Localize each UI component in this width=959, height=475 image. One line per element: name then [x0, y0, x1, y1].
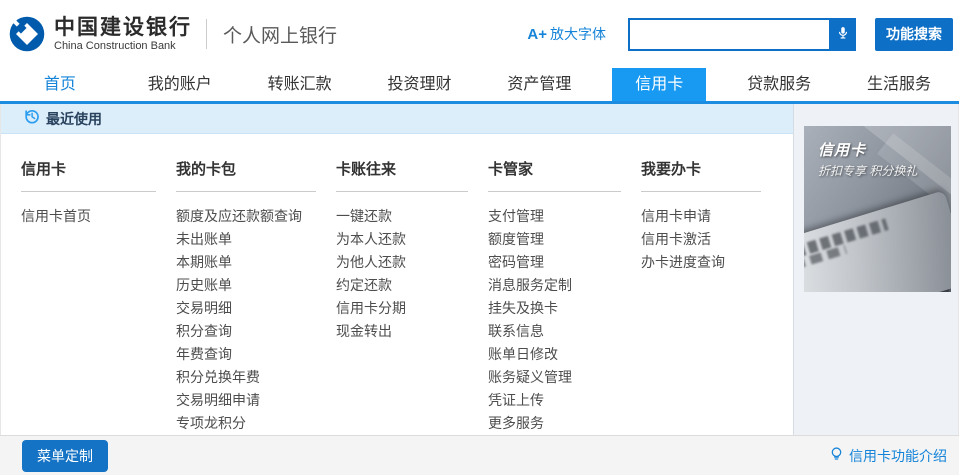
microphone-icon [836, 24, 850, 45]
header-divider [206, 19, 207, 49]
footer-bar: 菜单定制 信用卡功能介绍 [0, 435, 959, 475]
tab-life-services[interactable]: 生活服务 [839, 68, 959, 101]
tab-home[interactable]: 首页 [0, 68, 120, 101]
bank-name-block: 中国建设银行 China Construction Bank [54, 16, 192, 52]
menu-item[interactable]: 未出账单 [176, 228, 336, 251]
menu-item[interactable]: 为他人还款 [336, 251, 488, 274]
tab-credit-card[interactable]: 信用卡 [599, 68, 719, 101]
search-group [628, 18, 856, 51]
search-input[interactable] [628, 18, 829, 51]
menu-item[interactable]: 年费查询 [176, 343, 336, 366]
main-nav: 首页 我的账户 转账汇款 投资理财 资产管理 信用卡 贷款服务 生活服务 [0, 68, 959, 104]
column-title: 卡管家 [488, 158, 621, 192]
menu-item[interactable]: 约定还款 [336, 274, 488, 297]
banner-subtitle: 折扣专享 积分换礼 [818, 162, 917, 179]
menu-item[interactable]: 专项龙积分 [176, 412, 336, 435]
menu-item[interactable]: 信用卡申请 [641, 205, 781, 228]
lightbulb-icon [829, 446, 844, 466]
menu-item[interactable]: 交易明细申请 [176, 389, 336, 412]
menu-item[interactable]: 信用卡首页 [21, 205, 176, 228]
header: 中国建设银行 China Construction Bank 个人网上银行 A+… [0, 0, 959, 68]
credit-card-intro-link[interactable]: 信用卡功能介绍 [829, 446, 947, 466]
menu-item[interactable]: 账单日修改 [488, 343, 641, 366]
menu-item[interactable]: 支付管理 [488, 205, 641, 228]
menu-column-credit-card: 信用卡 信用卡首页 [21, 158, 176, 435]
menu-item[interactable]: 办卡进度查询 [641, 251, 781, 274]
bank-logo-icon [8, 15, 46, 53]
tab-my-accounts[interactable]: 我的账户 [120, 68, 240, 101]
menu-column-card-transactions: 卡账往来 一键还款 为本人还款 为他人还款 约定还款 信用卡分期 现金转出 [336, 158, 488, 435]
main-area: 最近使用 信用卡 信用卡首页 我的卡包 额度及应还款额查询 未出账单 本期账单 … [0, 104, 959, 435]
tab-investment[interactable]: 投资理财 [360, 68, 480, 101]
menu-item[interactable]: 额度管理 [488, 228, 641, 251]
function-search-button[interactable]: 功能搜索 [875, 18, 953, 51]
column-title: 信用卡 [21, 158, 156, 192]
column-title: 我的卡包 [176, 158, 316, 192]
menu-item[interactable]: 积分查询 [176, 320, 336, 343]
menu-item[interactable]: 更多服务 [488, 412, 641, 435]
menu-columns: 信用卡 信用卡首页 我的卡包 额度及应还款额查询 未出账单 本期账单 历史账单 … [1, 134, 793, 435]
font-zoom-link[interactable]: A+放大字体 [527, 24, 606, 44]
side-panel: 信用卡 折扣专享 积分换礼 [793, 104, 958, 435]
recently-used-bar: 最近使用 [1, 104, 793, 134]
font-zoom-label: 放大字体 [550, 26, 606, 42]
menu-item[interactable]: 一键还款 [336, 205, 488, 228]
menu-item[interactable]: 额度及应还款额查询 [176, 205, 336, 228]
menu-item[interactable]: 账务疑义管理 [488, 366, 641, 389]
menu-item[interactable]: 密码管理 [488, 251, 641, 274]
credit-card-megamenu: 最近使用 信用卡 信用卡首页 我的卡包 额度及应还款额查询 未出账单 本期账单 … [1, 104, 793, 435]
menu-item[interactable]: 为本人还款 [336, 228, 488, 251]
bank-name-en: China Construction Bank [54, 40, 192, 52]
menu-item[interactable]: 本期账单 [176, 251, 336, 274]
menu-item[interactable]: 信用卡分期 [336, 297, 488, 320]
menu-item[interactable]: 信用卡激活 [641, 228, 781, 251]
menu-column-my-cards: 我的卡包 额度及应还款额查询 未出账单 本期账单 历史账单 交易明细 积分查询 … [176, 158, 336, 435]
menu-column-apply-card: 我要办卡 信用卡申请 信用卡激活 办卡进度查询 [641, 158, 781, 435]
portal-title: 个人网上银行 [223, 21, 337, 48]
menu-item[interactable]: 凭证上传 [488, 389, 641, 412]
menu-item[interactable]: 现金转出 [336, 320, 488, 343]
font-zoom-a-plus: A+ [527, 26, 547, 43]
history-icon [23, 108, 46, 130]
column-title: 卡账往来 [336, 158, 468, 192]
column-title: 我要办卡 [641, 158, 761, 192]
tab-transfer-remit[interactable]: 转账汇款 [240, 68, 360, 101]
header-right: A+放大字体 功能搜索 [527, 18, 959, 51]
menu-item[interactable]: 挂失及换卡 [488, 297, 641, 320]
recently-used-label: 最近使用 [46, 109, 102, 129]
menu-item[interactable]: 联系信息 [488, 320, 641, 343]
menu-column-card-manager: 卡管家 支付管理 额度管理 密码管理 消息服务定制 挂失及换卡 联系信息 账单日… [488, 158, 641, 435]
voice-search-button[interactable] [829, 18, 856, 51]
banner-title: 信用卡 [818, 139, 866, 160]
tab-asset-management[interactable]: 资产管理 [480, 68, 600, 101]
tab-loan-services[interactable]: 贷款服务 [719, 68, 839, 101]
menu-item[interactable]: 消息服务定制 [488, 274, 641, 297]
menu-customize-button[interactable]: 菜单定制 [22, 440, 108, 472]
credit-card-intro-label: 信用卡功能介绍 [849, 446, 947, 466]
menu-item[interactable]: 积分兑换年费 [176, 366, 336, 389]
bank-name-cn: 中国建设银行 [54, 16, 192, 39]
menu-item[interactable]: 交易明细 [176, 297, 336, 320]
menu-item[interactable]: 历史账单 [176, 274, 336, 297]
promo-banner[interactable]: 信用卡 折扣专享 积分换礼 [804, 126, 951, 292]
